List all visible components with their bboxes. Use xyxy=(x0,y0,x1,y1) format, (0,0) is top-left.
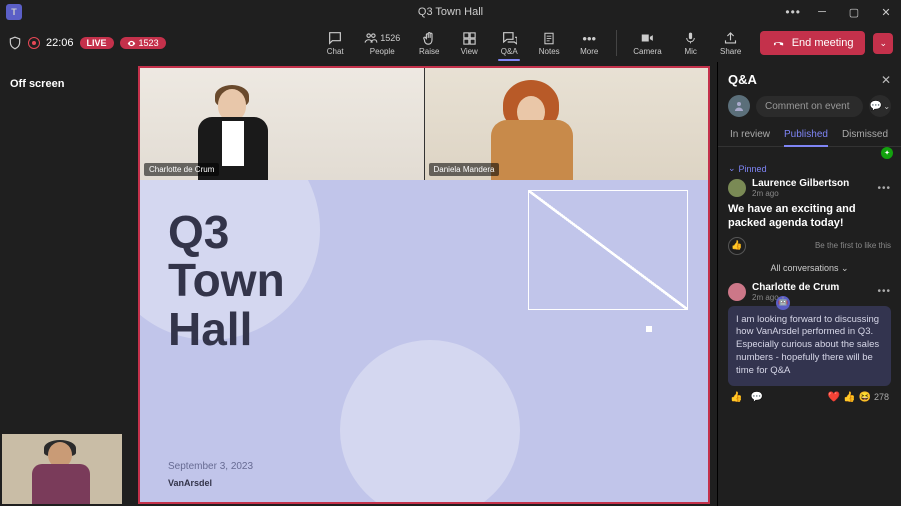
video-tile[interactable]: Daniela Mandera xyxy=(425,68,709,180)
hangup-icon xyxy=(772,36,786,50)
like-button[interactable]: 👍 xyxy=(728,237,746,255)
qa-panel: Q&A ✕ Comment on event 💬 In review Publi… xyxy=(717,62,901,506)
post-text: We have an exciting and packed agenda to… xyxy=(728,202,891,231)
video-row: Charlotte de Crum Daniela Mandera xyxy=(140,68,708,180)
comment-settings-button[interactable]: 💬 xyxy=(869,95,891,117)
reaction-count: 278 xyxy=(874,392,889,402)
all-conversations-toggle[interactable]: All conversations ⌄ xyxy=(728,263,891,274)
elapsed-time: 22:06 xyxy=(46,37,74,49)
people-icon: 1526 xyxy=(364,30,400,46)
live-badge: LIVE xyxy=(80,37,114,49)
title-bar: T Q3 Town Hall ••• ─ ▢ ✕ xyxy=(0,0,901,24)
more-icon: ••• xyxy=(582,30,596,46)
qa-icon xyxy=(501,30,517,46)
people-button[interactable]: 1526 People xyxy=(358,28,406,58)
self-view[interactable] xyxy=(2,434,122,504)
slide-title: Q3 Town Hall xyxy=(168,208,285,353)
mic-icon xyxy=(684,30,697,46)
reply-button[interactable]: 💬 xyxy=(750,392,762,403)
more-button[interactable]: ••• More xyxy=(572,28,606,58)
shield-icon xyxy=(8,36,22,50)
slide-date: September 3, 2023 xyxy=(168,461,253,472)
chat-button[interactable]: Chat xyxy=(318,28,352,58)
title-more-icon[interactable]: ••• xyxy=(785,5,801,19)
qa-button[interactable]: Q&A xyxy=(492,28,526,58)
avatar xyxy=(728,95,750,117)
share-button[interactable]: Share xyxy=(714,28,748,58)
participant-name: Daniela Mandera xyxy=(429,163,500,176)
post-more-icon[interactable]: ••• xyxy=(877,286,891,297)
end-meeting-dropdown[interactable]: ⌄ xyxy=(873,33,893,54)
maximize-button[interactable]: ▢ xyxy=(839,0,869,24)
raise-hand-button[interactable]: Raise xyxy=(412,28,446,58)
offscreen-label: Off screen xyxy=(10,78,64,90)
avatar xyxy=(728,179,746,197)
shared-content-frame: Charlotte de Crum Daniela Mandera Q3 Tow… xyxy=(138,66,710,504)
qa-tabs: In review Published Dismissed xyxy=(718,125,901,147)
post-author: Laurence Gilbertson xyxy=(752,178,849,189)
new-indicator: ✦ xyxy=(881,147,893,159)
qa-heading: Q&A xyxy=(728,72,757,87)
post-time: 2m ago xyxy=(752,189,849,198)
mic-button[interactable]: Mic xyxy=(674,28,708,58)
grid-icon xyxy=(462,30,477,46)
comment-input[interactable]: Comment on event xyxy=(756,96,863,117)
like-button[interactable]: 👍 xyxy=(730,392,742,403)
pinned-label: ⌄ Pinned xyxy=(728,163,891,174)
hand-icon xyxy=(422,30,437,46)
tab-dismissed[interactable]: Dismissed xyxy=(842,129,888,146)
post-more-icon[interactable]: ••• xyxy=(877,183,891,194)
chevron-down-icon: ⌄ xyxy=(841,263,849,273)
qa-post: Laurence Gilbertson 2m ago ••• We have a… xyxy=(728,178,891,255)
video-tile[interactable]: Charlotte de Crum xyxy=(140,68,425,180)
chevron-down-icon: ⌄ xyxy=(728,163,736,174)
thumbs-reaction-icon[interactable]: 👍 xyxy=(843,392,855,403)
meeting-stage: Off screen Charlotte de Crum Daniela Man… xyxy=(0,62,717,506)
post-author: Charlotte de Crum xyxy=(752,282,839,293)
tab-in-review[interactable]: In review xyxy=(730,129,770,146)
eye-icon xyxy=(127,39,136,48)
avatar xyxy=(728,283,746,301)
window-title: Q3 Town Hall xyxy=(418,6,483,18)
end-meeting-button[interactable]: End meeting xyxy=(760,31,866,55)
chat-icon xyxy=(327,30,343,46)
laugh-reaction-icon[interactable]: 😆 xyxy=(859,392,871,403)
participant-name: Charlotte de Crum xyxy=(144,163,219,176)
notes-button[interactable]: Notes xyxy=(532,28,566,58)
view-button[interactable]: View xyxy=(452,28,486,58)
divider xyxy=(616,30,617,56)
qa-post: Charlotte de Crum 2m ago ••• 🤖 I am look… xyxy=(728,282,891,403)
comment-bubble: 🤖 I am looking forward to discussing how… xyxy=(728,306,891,386)
slide-brand: VanArsdel xyxy=(168,478,212,488)
viewer-count-badge: 1523 xyxy=(120,37,166,49)
close-icon[interactable]: ✕ xyxy=(881,73,891,87)
meeting-toolbar: 22:06 LIVE 1523 Chat 1526 People Raise V… xyxy=(0,24,901,62)
close-window-button[interactable]: ✕ xyxy=(871,0,901,24)
presentation-slide: Q3 Town Hall September 3, 2023 VanArsdel xyxy=(140,180,708,502)
camera-icon xyxy=(639,30,655,46)
notes-icon xyxy=(542,30,556,46)
bot-badge-icon: 🤖 xyxy=(776,296,790,310)
minimize-button[interactable]: ─ xyxy=(807,0,837,24)
post-time: 2m ago xyxy=(752,293,839,302)
share-icon xyxy=(723,30,738,46)
teams-app-icon: T xyxy=(6,4,22,20)
record-icon xyxy=(28,37,40,49)
status-area: 22:06 LIVE 1523 xyxy=(8,36,166,50)
like-hint: Be the first to like this xyxy=(815,241,891,250)
heart-reaction-icon[interactable]: ❤️ xyxy=(828,392,840,403)
camera-button[interactable]: Camera xyxy=(627,28,667,58)
tab-published[interactable]: Published xyxy=(784,129,828,146)
